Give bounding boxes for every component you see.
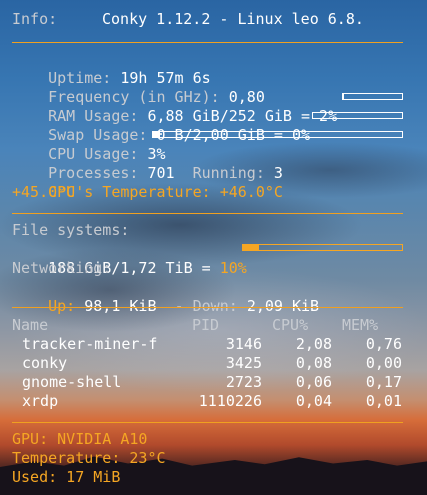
cpu-temperature-2: +45.0°C <box>12 183 76 201</box>
info-value: Conky 1.12.2 - Linux leo 6.8. <box>102 10 364 28</box>
divider <box>12 213 403 214</box>
process-mem: 0,17 <box>365 373 402 391</box>
upload-label: Up: <box>48 297 76 315</box>
swap-row: Swap Usage: 0 B/2,00 GiB = 0% <box>12 107 310 144</box>
divider <box>12 307 403 308</box>
networking-label: Networking: <box>12 259 112 277</box>
gpu-memory-used: Used: 17 MiB <box>12 468 121 486</box>
divider <box>12 422 403 423</box>
process-mem: 0,00 <box>365 354 402 372</box>
process-name: conky <box>22 354 68 372</box>
column-header-pid: PID <box>192 316 220 334</box>
process-cpu: 2,08 <box>295 335 332 353</box>
process-pid: 3146 <box>225 335 262 353</box>
process-name: tracker-miner-f <box>22 335 158 353</box>
process-cpu: 0,04 <box>295 392 332 410</box>
column-header-cpu: CPU% <box>272 316 309 334</box>
cpu-row: CPU Usage: 3% <box>12 126 165 163</box>
column-header-name: Name <box>12 316 49 334</box>
download-label: - Down: <box>174 297 238 315</box>
column-header-mem: MEM% <box>342 316 379 334</box>
ram-usage-bar-fill <box>343 94 345 99</box>
process-name: gnome-shell <box>22 373 122 391</box>
process-cpu: 0,08 <box>295 354 332 372</box>
ram-row: RAM Usage: 6,88 GiB/252 GiB = 2% <box>12 88 337 125</box>
filesystems-label: File systems: <box>12 221 130 239</box>
download-value: 2,09 KiB <box>246 297 320 315</box>
processes-row: Processes: 701 Running: 3 <box>12 145 283 182</box>
gpu-name: GPU: NVIDIA A10 <box>12 430 148 448</box>
swap-usage-bar <box>312 112 403 119</box>
frequency-row: Frequency (in GHz): 0,80 <box>12 69 265 106</box>
process-mem: 0,01 <box>365 392 402 410</box>
info-label: Info: <box>12 10 58 28</box>
network-row: Up: 98,1 KiB - Down: 2,09 KiB <box>12 278 319 315</box>
gpu-temperature: Temperature: 23°C <box>12 449 166 467</box>
uptime-row: Uptime: 19h 57m 6s <box>12 50 211 87</box>
process-mem: 0,76 <box>365 335 402 353</box>
filesystem-usage-bar <box>242 244 403 251</box>
filesystem-usage-row: 188 GiB/1,72 TiB = 10% <box>12 240 247 277</box>
process-pid: 2723 <box>225 373 262 391</box>
filesystem-usage-bar-fill <box>243 245 259 250</box>
process-name: xrdp <box>22 392 59 410</box>
ram-usage-bar <box>342 93 403 100</box>
process-pid: 1110226 <box>198 392 262 410</box>
upload-value: 98,1 KiB <box>84 297 157 315</box>
cpu-usage-bar <box>152 131 403 138</box>
process-cpu: 0,06 <box>295 373 332 391</box>
filesystem-usage-pct: 10% <box>219 259 247 277</box>
conky-panel: Info: Conky 1.12.2 - Linux leo 6.8. Upti… <box>0 0 427 495</box>
cpu-temperature-row: CPU's Temperature: +46.0°C <box>12 164 283 201</box>
cpu-temperature-value: +46.0°C <box>219 183 283 201</box>
process-pid: 3425 <box>225 354 262 372</box>
divider <box>12 42 403 43</box>
cpu-usage-bar-fill <box>153 132 161 137</box>
